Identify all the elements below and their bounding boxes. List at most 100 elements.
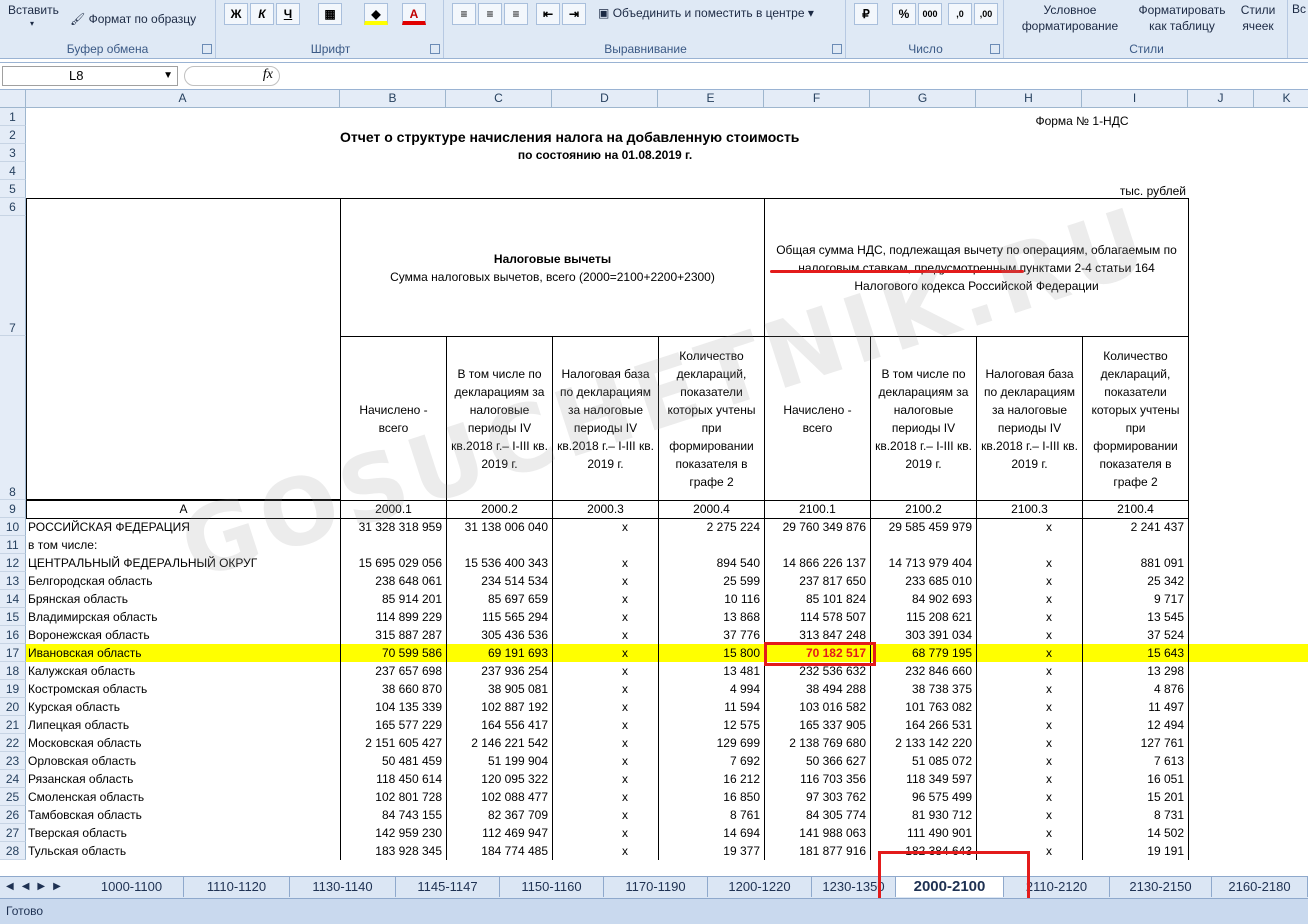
brush-icon: 🖌 [70,12,86,26]
decrease-decimal-icon[interactable]: ,00 [974,3,998,25]
row-header[interactable]: 27 [0,824,26,842]
insert-cells-button[interactable]: Вс [1292,2,1306,16]
value-cell: 238 648 061 [375,574,442,588]
row-header[interactable]: 9 [0,500,26,518]
sheet-tab[interactable]: 1150-1160 [500,877,604,897]
value-cell: 111 490 901 [907,826,972,840]
row-header[interactable]: 22 [0,734,26,752]
sheet-tab[interactable]: 1200-1220 [708,877,812,897]
align-center-icon[interactable]: ≡ [478,3,502,25]
merge-center-button[interactable]: ▣ Объединить и поместить в центре ▾ [598,6,814,20]
align-left-icon[interactable]: ≡ [452,3,476,25]
tab-scroll-arrows-icon[interactable]: ◀◀▶▶ [2,877,82,897]
percent-button[interactable]: % [892,3,916,25]
italic-button[interactable]: К [250,3,274,25]
row-header[interactable]: 1 [0,108,26,126]
cell-styles-button[interactable]: Стили ячеек [1232,2,1284,34]
row-header[interactable]: 15 [0,608,26,626]
value-cell: 25 342 [1147,574,1184,588]
row-header[interactable]: 18 [0,662,26,680]
sheet-tab[interactable]: 1170-1190 [604,877,708,897]
code-cell: 2100.3 [976,500,1083,519]
format-painter-button[interactable]: 🖌 Формат по образцу [70,12,196,26]
row-header[interactable]: 11 [0,536,26,554]
sheet-tab[interactable]: 2160-2180 [1212,877,1308,897]
number-launcher-icon[interactable] [990,44,1000,54]
font-launcher-icon[interactable] [430,44,440,54]
row-header[interactable]: 20 [0,698,26,716]
sheet-tab[interactable]: 1000-1100 [80,877,184,897]
row-header[interactable]: 16 [0,626,26,644]
column-header-h[interactable]: H [976,90,1082,108]
row-header[interactable]: 17 [0,644,26,662]
increase-decimal-icon[interactable]: ,0 [948,3,972,25]
row-header[interactable]: 23 [0,752,26,770]
thousands-button[interactable]: 000 [918,3,942,25]
column-header-j[interactable]: J [1188,90,1254,108]
bold-button[interactable]: Ж [224,3,248,25]
value-cell: x [1046,754,1052,768]
sheet-tab[interactable]: 1110-1120 [184,877,290,897]
row-header[interactable]: 12 [0,554,26,572]
value-cell: 165 337 905 [799,718,866,732]
row-header[interactable]: 3 [0,144,26,162]
conditional-format-button[interactable]: Условное форматирование [1016,2,1124,34]
sheet-tab-bar: ◀◀▶▶ 1000-1100 1110-1120 1130-1140 1145-114… [0,851,1308,919]
row-header[interactable]: 13 [0,572,26,590]
format-as-table-button[interactable]: Форматировать как таблицу [1130,2,1234,34]
row-header[interactable]: 7 [0,216,26,336]
sheet-tab[interactable]: 1145-1147 [396,877,500,897]
column-header-g[interactable]: G [870,90,976,108]
alignment-launcher-icon[interactable] [832,44,842,54]
column-header-d[interactable]: D [552,90,658,108]
value-cell: x [622,664,628,678]
increase-indent-icon[interactable]: ⇥ [562,3,586,25]
row-header[interactable]: 4 [0,162,26,180]
row-header[interactable]: 14 [0,590,26,608]
fill-color-icon[interactable]: ◆ [364,3,388,25]
row-header[interactable]: 5 [0,180,26,198]
value-cell: x [1046,682,1052,696]
sheet-tab[interactable]: 2130-2150 [1110,877,1212,897]
column-header-b[interactable]: B [340,90,446,108]
row-header[interactable]: 2 [0,126,26,144]
paste-dropdown-icon[interactable]: ▾ [30,19,34,28]
column-header-a[interactable]: A [26,90,340,108]
value-cell: x [1046,808,1052,822]
font-color-button[interactable]: А [402,3,426,25]
value-cell: x [1046,592,1052,606]
paste-button[interactable]: Вставить [8,3,59,17]
row-header[interactable]: 6 [0,198,26,216]
value-cell: 13 868 [723,610,760,624]
value-cell: 141 988 063 [799,826,866,840]
group2-header: Общая сумма НДС, подлежащая вычету по оп… [764,198,1189,337]
value-cell: 12 575 [723,718,760,732]
name-box-dropdown-icon[interactable]: ▼ [163,67,173,85]
column-header-e[interactable]: E [658,90,764,108]
column-header-k[interactable]: K [1254,90,1308,108]
column-header-i[interactable]: I [1082,90,1188,108]
underline-button[interactable]: Ч [276,3,300,25]
spreadsheet-grid[interactable]: A B C D E F G H I J K 1 2 3 4 5 6 7 8 9 10 11 12 13 14 15 16 17 18 19… [0,90,1308,876]
row-header[interactable]: 28 [0,842,26,860]
row-header[interactable]: 26 [0,806,26,824]
align-right-icon[interactable]: ≡ [504,3,528,25]
row-header[interactable]: 8 [0,336,26,500]
sheet-tab[interactable]: 1130-1140 [290,877,396,897]
decrease-indent-icon[interactable]: ⇤ [536,3,560,25]
row-header[interactable]: 21 [0,716,26,734]
borders-button[interactable]: ▦ [318,3,342,25]
currency-format-icon[interactable]: ₽ [854,3,878,25]
insert-function-button[interactable]: fx [184,66,280,86]
row-header[interactable]: 25 [0,788,26,806]
column-header-c[interactable]: C [446,90,552,108]
row-header[interactable]: 10 [0,518,26,536]
name-box[interactable]: L8 ▼ [2,66,178,86]
select-all-corner[interactable] [0,90,26,108]
clipboard-launcher-icon[interactable] [202,44,212,54]
column-header-f[interactable]: F [764,90,870,108]
row-header[interactable]: 19 [0,680,26,698]
formula-input[interactable] [284,66,1306,86]
row-header[interactable]: 24 [0,770,26,788]
alignment-title: Выравнивание [604,42,687,56]
